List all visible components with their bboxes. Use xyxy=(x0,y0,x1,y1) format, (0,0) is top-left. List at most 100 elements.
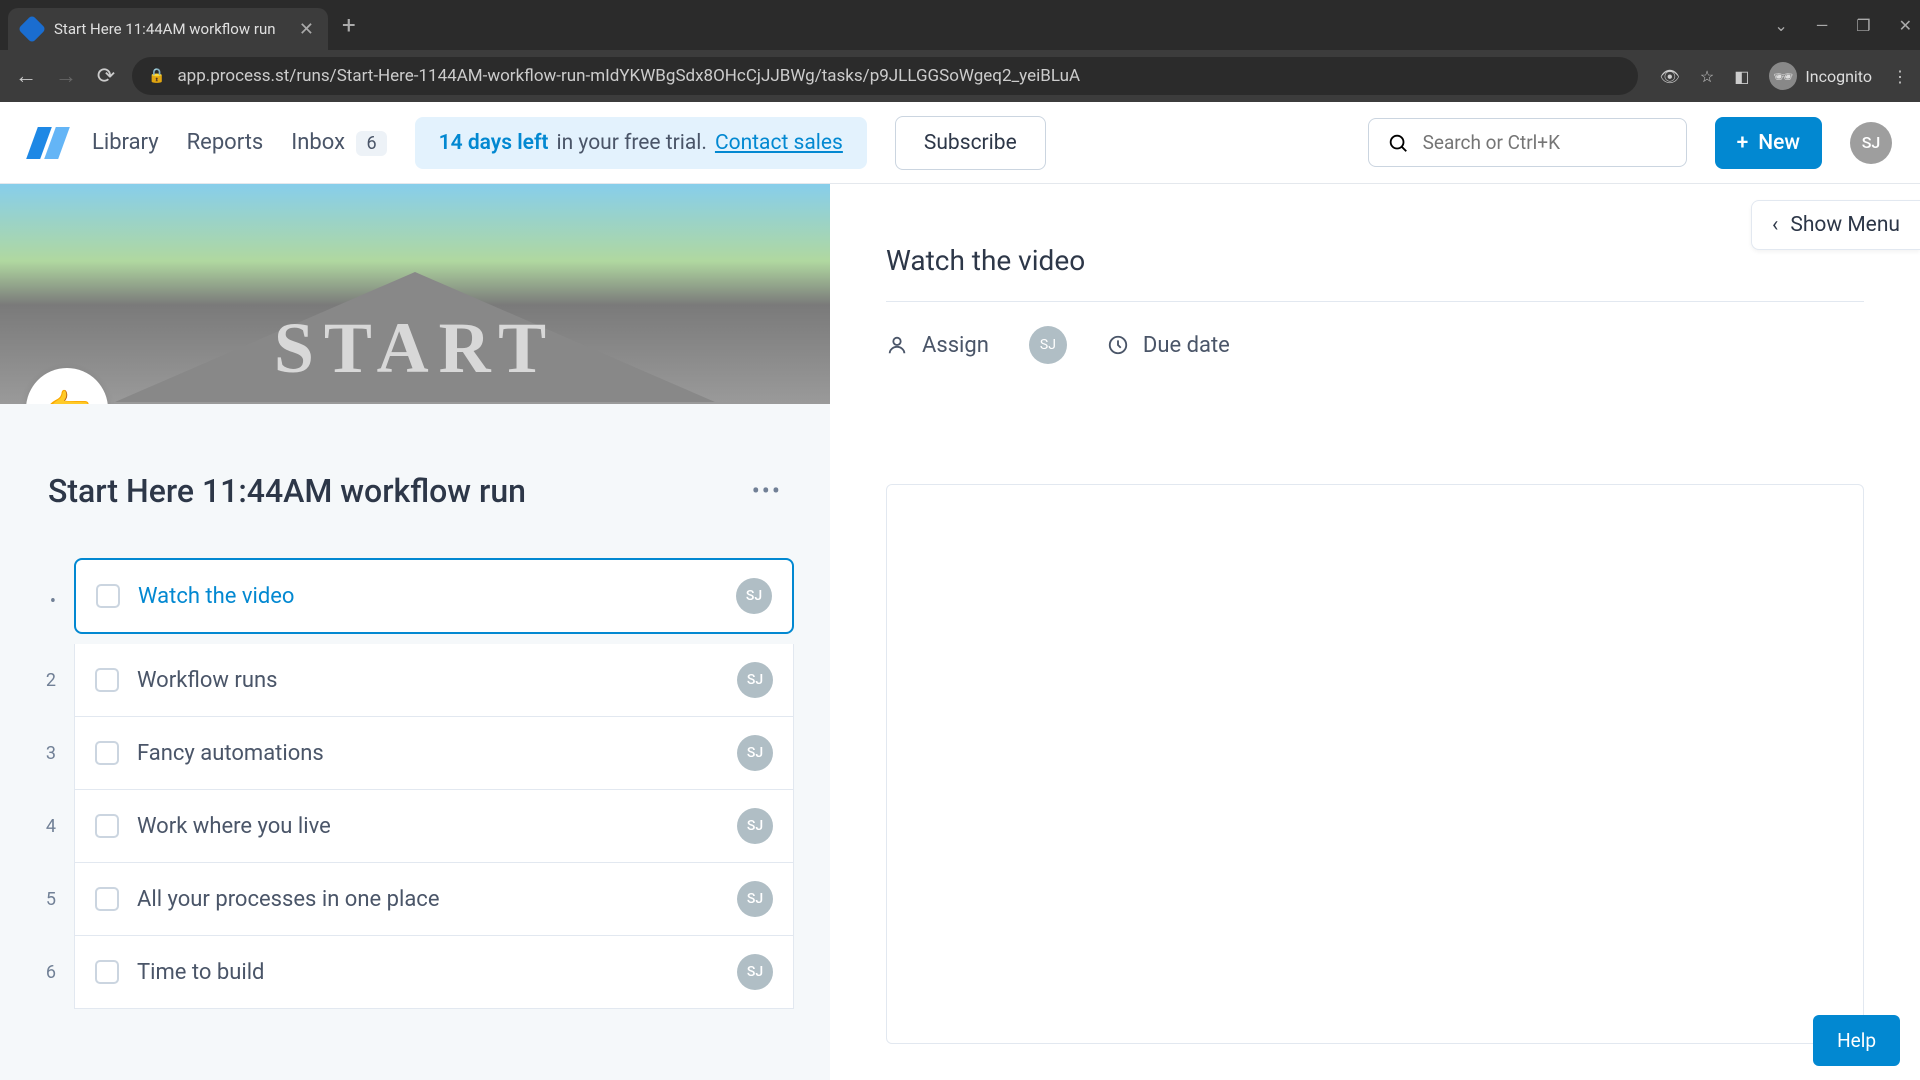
more-icon[interactable]: ••• xyxy=(752,477,782,505)
task-checkbox[interactable] xyxy=(96,584,120,608)
divider xyxy=(886,301,1864,302)
task-card[interactable]: Time to build SJ xyxy=(74,936,794,1009)
star-icon[interactable]: ☆ xyxy=(1700,67,1714,86)
task-label: Workflow runs xyxy=(137,668,719,693)
task-assignee-avatar[interactable]: SJ xyxy=(737,881,773,917)
close-tab-icon[interactable]: ✕ xyxy=(299,19,314,40)
show-menu-button[interactable]: ‹ Show Menu xyxy=(1751,200,1920,250)
contact-sales-link[interactable]: Contact sales xyxy=(715,131,843,155)
task-card[interactable]: Work where you live SJ xyxy=(74,790,794,863)
incognito-badge[interactable]: 🕶 Incognito xyxy=(1769,62,1872,90)
task-label: Watch the video xyxy=(138,584,718,609)
task-list: • Watch the video SJ 2 Workflow runs SJ 3 Fancy… xyxy=(0,510,830,1080)
task-checkbox[interactable] xyxy=(95,960,119,984)
forward-button[interactable]: → xyxy=(52,63,80,89)
task-number: 5 xyxy=(36,889,56,910)
detail-meta: Assign SJ Due date xyxy=(886,326,1864,364)
main-area: START 👉 Start Here 11:44AM workflow run … xyxy=(0,184,1920,1080)
run-title: Start Here 11:44AM workflow run xyxy=(48,472,526,510)
clock-icon xyxy=(1107,334,1129,356)
task-card[interactable]: Workflow runs SJ xyxy=(74,644,794,717)
hero-text: START xyxy=(274,307,556,390)
task-number: 3 xyxy=(36,743,56,764)
subscribe-button[interactable]: Subscribe xyxy=(895,116,1046,170)
assignee-avatar[interactable]: SJ xyxy=(1029,326,1067,364)
task-checkbox[interactable] xyxy=(95,814,119,838)
new-button-label: New xyxy=(1758,131,1800,155)
run-title-row: Start Here 11:44AM workflow run ••• xyxy=(0,404,830,510)
task-label: Work where you live xyxy=(137,814,719,839)
task-label: All your processes in one place xyxy=(137,887,719,912)
new-button[interactable]: + New xyxy=(1715,117,1822,169)
minimize-icon[interactable]: — xyxy=(1816,16,1829,35)
search-box[interactable] xyxy=(1368,118,1687,167)
nav-inbox[interactable]: Inbox 6 xyxy=(291,130,386,155)
assign-button[interactable]: Assign xyxy=(886,333,989,358)
task-row: 4Work where you liveSJ xyxy=(36,790,794,863)
task-row: 3 Fancy automations SJ xyxy=(36,717,794,790)
nav-library[interactable]: Library xyxy=(92,130,159,155)
maximize-icon[interactable]: ❐ xyxy=(1856,16,1870,35)
task-row: 5 All your processes in one place SJ xyxy=(36,863,794,936)
back-button[interactable]: ← xyxy=(12,63,40,89)
eye-off-icon[interactable]: 👁 xyxy=(1660,67,1680,86)
task-label: Fancy automations xyxy=(137,741,719,766)
task-row: 2 Workflow runs SJ xyxy=(36,644,794,717)
nav-reports[interactable]: Reports xyxy=(187,130,264,155)
task-number: 6 xyxy=(36,962,56,983)
task-checkbox[interactable] xyxy=(95,887,119,911)
lock-icon: 🔒 xyxy=(148,68,165,84)
chevron-left-icon: ‹ xyxy=(1772,213,1778,237)
incognito-icon: 🕶 xyxy=(1769,62,1797,90)
detail-title: Watch the video xyxy=(886,244,1864,277)
chevron-down-icon[interactable]: ⌄ xyxy=(1774,16,1787,35)
due-date-label: Due date xyxy=(1143,333,1230,358)
top-nav: Library Reports Inbox 6 14 days left in … xyxy=(0,102,1920,184)
task-assignee-avatar[interactable]: SJ xyxy=(737,662,773,698)
browser-tab-strip: Start Here 11:44AM workflow run ✕ + ⌄ — … xyxy=(0,0,1920,50)
tab-title: Start Here 11:44AM workflow run xyxy=(54,20,287,38)
plus-icon: + xyxy=(1737,131,1749,155)
content-area[interactable] xyxy=(886,484,1864,1044)
search-input[interactable] xyxy=(1423,131,1668,154)
task-assignee-avatar[interactable]: SJ xyxy=(737,735,773,771)
right-panel: ‹ Show Menu Watch the video Assign SJ Du… xyxy=(830,184,1920,1080)
logo-icon[interactable] xyxy=(28,125,64,161)
help-button[interactable]: Help xyxy=(1813,1015,1900,1066)
reload-button[interactable]: ⟳ xyxy=(92,64,120,89)
task-card[interactable]: Fancy automations SJ xyxy=(74,717,794,790)
inbox-count-badge: 6 xyxy=(356,131,386,156)
task-checkbox[interactable] xyxy=(95,741,119,765)
menu-icon[interactable]: ⋮ xyxy=(1892,67,1908,86)
nav-inbox-label: Inbox xyxy=(291,130,345,155)
favicon-icon xyxy=(18,15,46,43)
address-bar: ← → ⟳ 🔒 app.process.st/runs/Start-Here-1… xyxy=(0,50,1920,102)
trial-rest: in your free trial. xyxy=(557,131,707,155)
close-window-icon[interactable]: ✕ xyxy=(1899,16,1912,35)
new-tab-button[interactable]: + xyxy=(342,11,356,39)
url-field[interactable]: 🔒 app.process.st/runs/Start-Here-1144AM-… xyxy=(132,57,1638,95)
task-row: 6 Time to build SJ xyxy=(36,936,794,1009)
left-panel: START 👉 Start Here 11:44AM workflow run … xyxy=(0,184,830,1080)
hero-emoji-badge: 👉 xyxy=(26,368,108,404)
trial-banner: 14 days left in your free trial. Contact… xyxy=(415,117,867,169)
hero-image: START 👉 xyxy=(0,184,830,404)
browser-tab[interactable]: Start Here 11:44AM workflow run ✕ xyxy=(8,8,328,50)
task-checkbox[interactable] xyxy=(95,668,119,692)
assign-label: Assign xyxy=(922,333,989,358)
task-card[interactable]: Watch the video SJ xyxy=(74,558,794,634)
user-avatar[interactable]: SJ xyxy=(1850,122,1892,164)
task-assignee-avatar[interactable]: SJ xyxy=(736,578,772,614)
task-number: 2 xyxy=(36,670,56,691)
task-label: Time to build xyxy=(137,960,719,985)
extensions-icon[interactable]: ◧ xyxy=(1734,67,1749,86)
incognito-label: Incognito xyxy=(1805,67,1872,86)
url-text: app.process.st/runs/Start-Here-1144AM-wo… xyxy=(177,66,1080,86)
task-assignee-avatar[interactable]: SJ xyxy=(737,808,773,844)
task-card[interactable]: All your processes in one place SJ xyxy=(74,863,794,936)
task-number: • xyxy=(36,591,56,612)
task-row: • Watch the video SJ xyxy=(36,558,794,644)
window-controls: ⌄ — ❐ ✕ xyxy=(1774,16,1912,35)
task-assignee-avatar[interactable]: SJ xyxy=(737,954,773,990)
due-date-button[interactable]: Due date xyxy=(1107,333,1230,358)
